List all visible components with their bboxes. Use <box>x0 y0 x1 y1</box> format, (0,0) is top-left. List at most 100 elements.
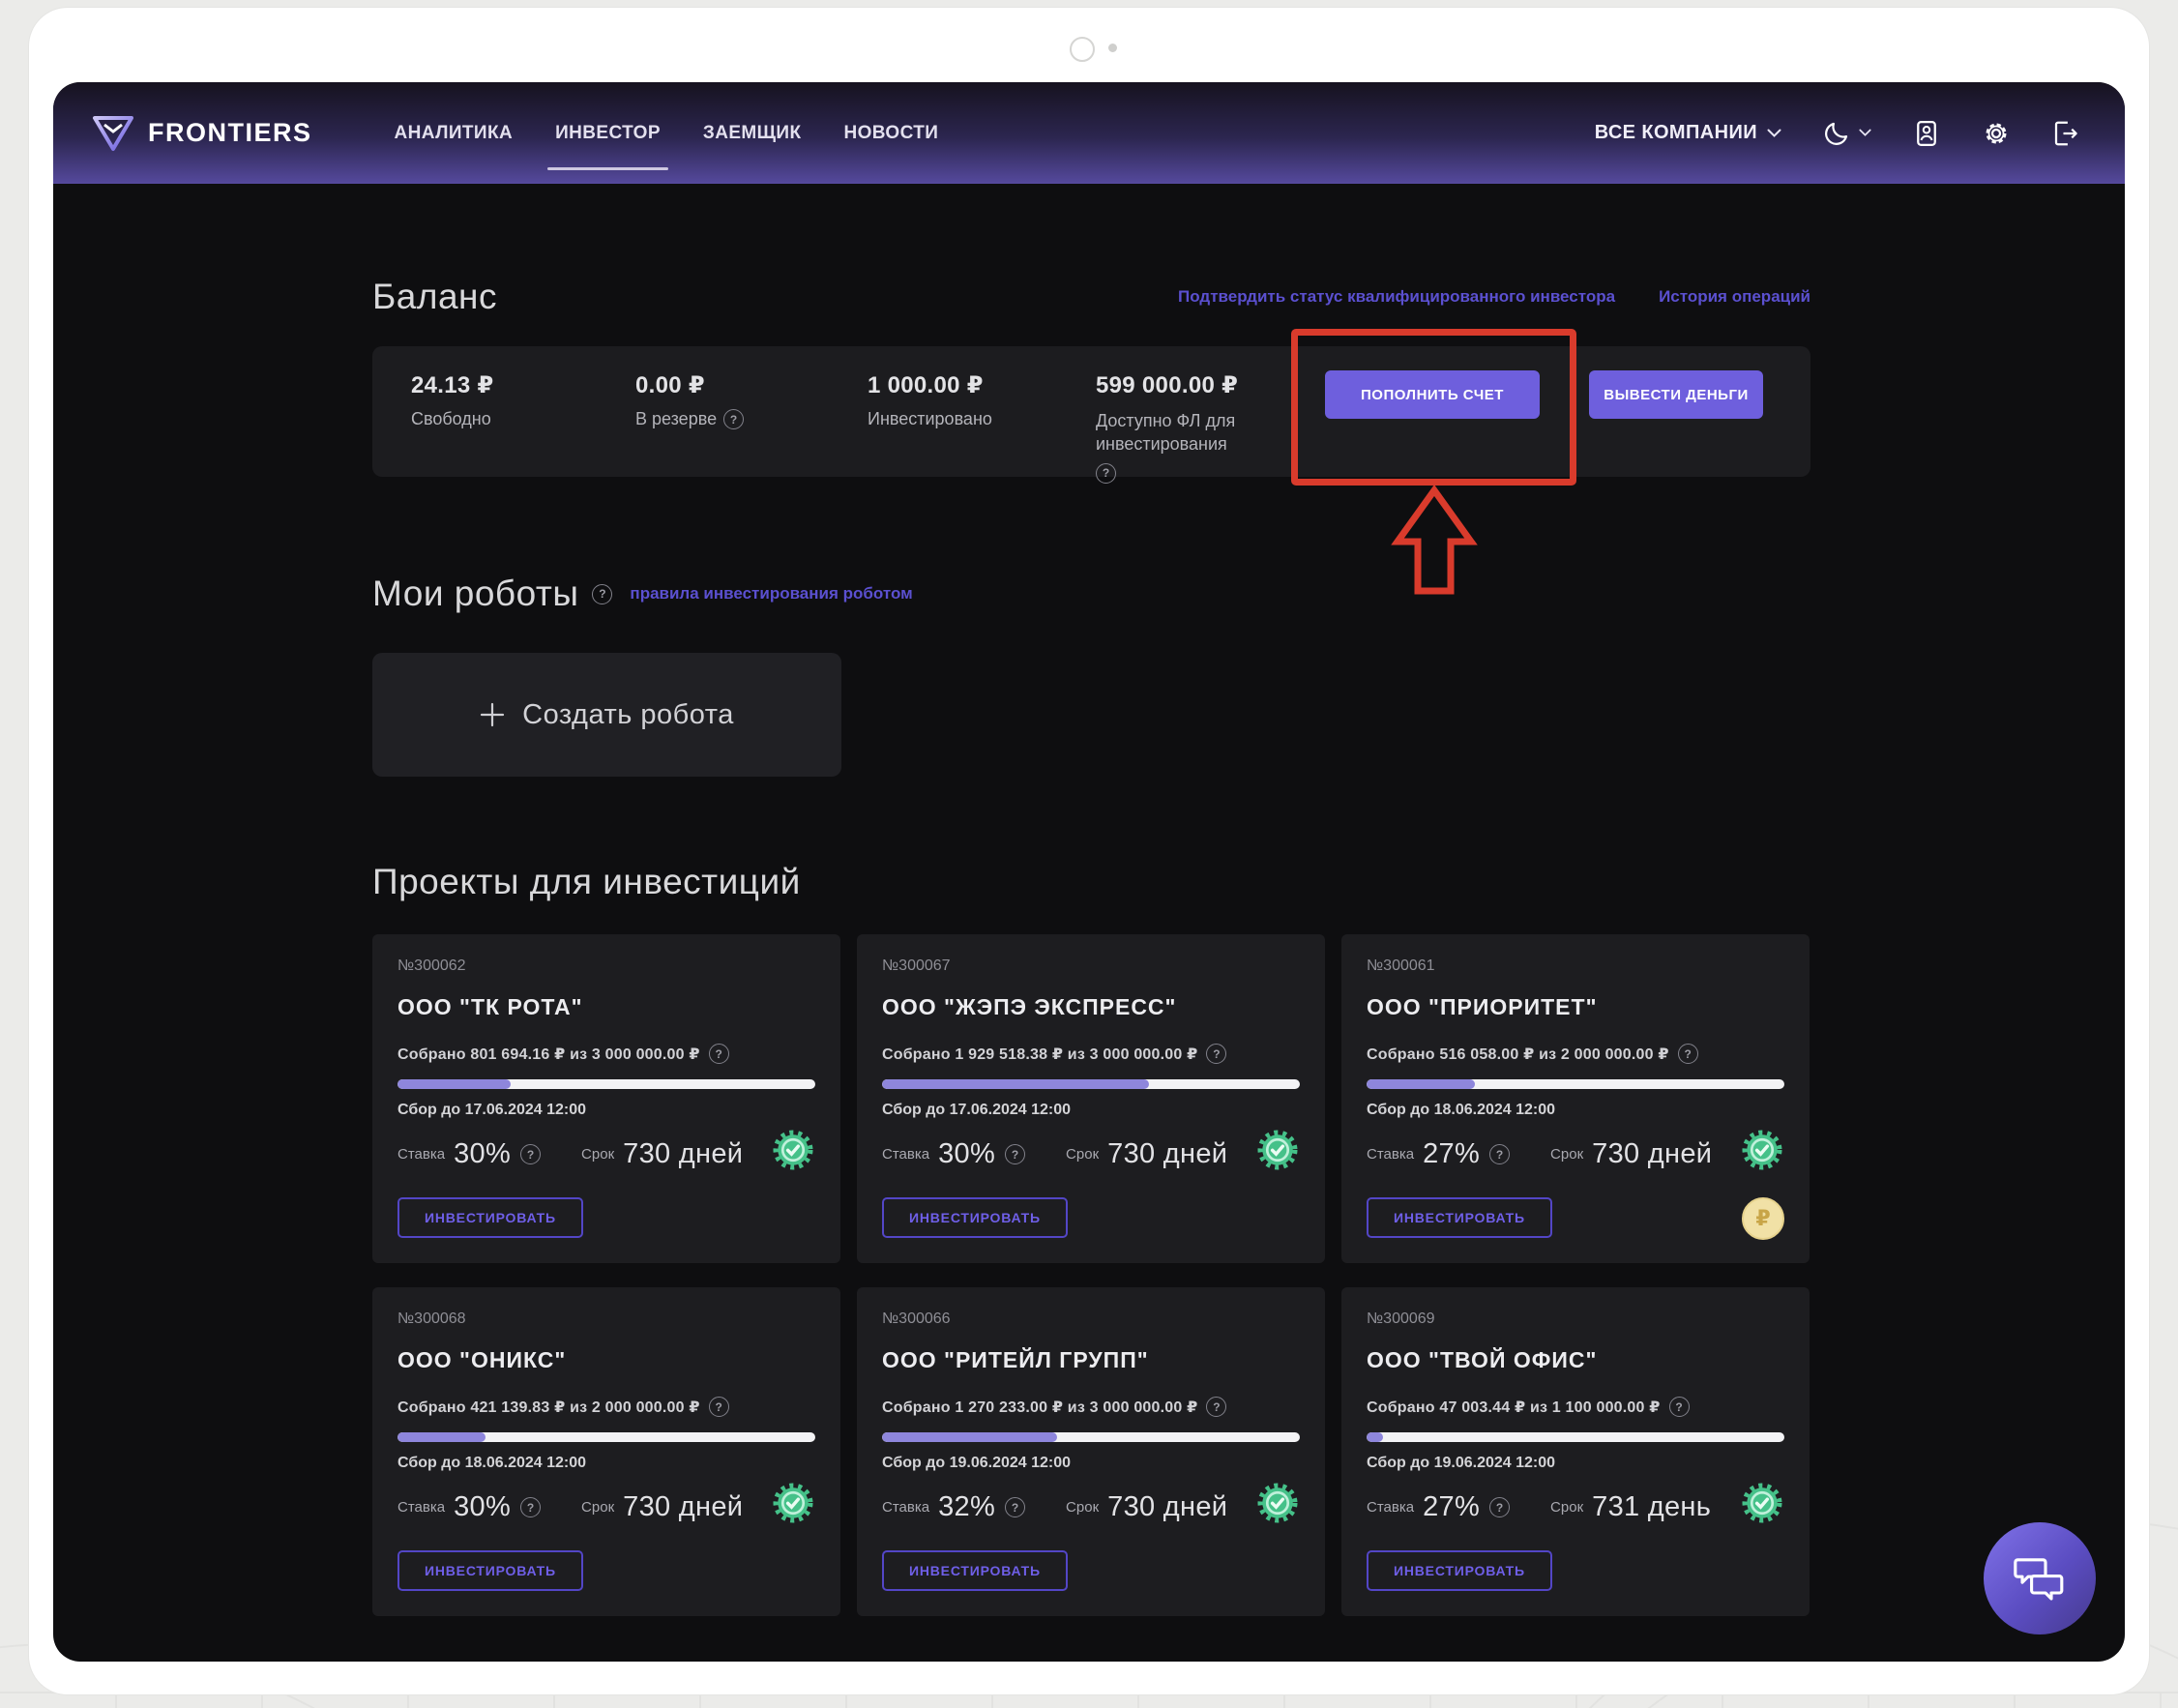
rate-label: Ставка <box>1367 1499 1414 1516</box>
projects-grid: №300062 ООО "ТК РОТА" Собрано 801 694.16… <box>372 934 1810 1616</box>
project-terms: Ставка 30% ? Срок 730 дней <box>397 1491 815 1523</box>
question-glyph: ? <box>1496 1148 1503 1162</box>
info-icon[interactable]: ? <box>1489 1497 1510 1517</box>
project-card: №300069 ООО "ТВОЙ ОФИС" Собрано 47 003.4… <box>1341 1287 1810 1616</box>
invest-button[interactable]: ИНВЕСТИРОВАТЬ <box>1367 1550 1552 1591</box>
settings-button[interactable] <box>1982 119 2011 148</box>
projects-section: Проекты для инвестиций №300062 ООО "ТК Р… <box>372 862 1810 1655</box>
top-navbar: FRONTIERS АНАЛИТИКА ИНВЕСТОР ЗАЕМЩИК НОВ… <box>53 82 2125 184</box>
info-icon[interactable]: ? <box>709 1044 729 1064</box>
nav-news[interactable]: НОВОСТИ <box>843 123 938 144</box>
info-icon[interactable]: ? <box>709 1397 729 1417</box>
stat-label: Доступно ФЛ для инвестирования <box>1096 409 1265 456</box>
main-nav: АНАЛИТИКА ИНВЕСТОР ЗАЕМЩИК НОВОСТИ <box>395 123 939 144</box>
project-card: №300066 ООО "РИТЕЙЛ ГРУПП" Собрано 1 270… <box>857 1287 1325 1616</box>
project-deadline: Сбор до 17.06.2024 12:00 <box>882 1102 1300 1119</box>
withdraw-button[interactable]: ВЫВЕСТИ ДЕНЬГИ <box>1589 370 1763 419</box>
info-icon[interactable]: ? <box>1206 1397 1226 1417</box>
id-card-icon <box>1912 119 1941 148</box>
moon-icon <box>1822 119 1851 148</box>
info-icon[interactable]: ? <box>520 1497 541 1517</box>
project-card: №300068 ООО "ОНИКС" Собрано 421 139.83 ₽… <box>372 1287 840 1616</box>
invest-button[interactable]: ИНВЕСТИРОВАТЬ <box>397 1197 583 1238</box>
project-terms: Ставка 27% ? Срок 731 день <box>1367 1491 1784 1523</box>
info-icon[interactable]: ? <box>1669 1397 1690 1417</box>
nav-borrower[interactable]: ЗАЕМЩИК <box>703 123 802 144</box>
project-collected: Собрано 421 139.83 ₽ из 2 000 000.00 ₽ <box>397 1398 700 1417</box>
verified-badge-icon <box>1255 1128 1300 1177</box>
chevron-down-icon <box>1767 129 1781 138</box>
rate-label: Ставка <box>397 1146 445 1163</box>
project-collected: Собрано 1 929 518.38 ₽ из 3 000 000.00 ₽ <box>882 1045 1197 1064</box>
chat-button[interactable] <box>1984 1522 2096 1634</box>
nav-investor[interactable]: ИНВЕСТОР <box>555 123 661 144</box>
stat-value: 599 000.00 ₽ <box>1096 371 1265 399</box>
term-value: 730 дней <box>623 1491 743 1523</box>
rate-value: 30% <box>938 1138 995 1170</box>
stat-label: Свободно <box>411 409 491 429</box>
invest-button[interactable]: ИНВЕСТИРОВАТЬ <box>1367 1197 1552 1238</box>
gear-icon <box>1982 119 2011 148</box>
project-number: №300066 <box>882 1310 1300 1328</box>
info-icon[interactable]: ? <box>1489 1144 1510 1164</box>
robots-title: Мои роботы <box>372 574 578 614</box>
question-glyph: ? <box>1012 1148 1018 1162</box>
stat-label: Инвестировано <box>868 409 992 429</box>
company-selector[interactable]: ВСЕ КОМПАНИИ <box>1595 122 1781 144</box>
question-glyph: ? <box>715 1400 722 1414</box>
rate-value: 30% <box>454 1491 511 1523</box>
project-terms: Ставка 32% ? Срок 730 дней <box>882 1491 1300 1523</box>
project-number: №300067 <box>882 957 1300 975</box>
stat-value: 0.00 ₽ <box>635 371 744 399</box>
project-collected: Собрано 516 058.00 ₽ из 2 000 000.00 ₽ <box>1367 1045 1669 1064</box>
project-company-name: ООО "ПРИОРИТЕТ" <box>1367 994 1784 1020</box>
project-card: №300062 ООО "ТК РОТА" Собрано 801 694.16… <box>372 934 840 1263</box>
nav-analytics[interactable]: АНАЛИТИКА <box>395 123 514 144</box>
plus-icon <box>480 702 505 727</box>
info-icon[interactable]: ? <box>1678 1044 1698 1064</box>
project-company-name: ООО "ОНИКС" <box>397 1347 815 1373</box>
info-icon[interactable]: ? <box>592 584 612 604</box>
create-robot-label: Создать робота <box>522 699 734 731</box>
stat-free: 24.13 ₽ Свободно <box>411 371 494 429</box>
stat-value: 1 000.00 ₽ <box>868 371 992 399</box>
project-collected: Собрано 1 270 233.00 ₽ из 3 000 000.00 ₽ <box>882 1398 1197 1417</box>
create-robot-button[interactable]: Создать робота <box>372 653 841 777</box>
project-company-name: ООО "ЖЭПЭ ЭКСПРЕСС" <box>882 994 1300 1020</box>
info-icon[interactable]: ? <box>520 1144 541 1164</box>
invest-button[interactable]: ИНВЕСТИРОВАТЬ <box>397 1550 583 1591</box>
projects-title: Проекты для инвестиций <box>372 862 1810 902</box>
info-icon[interactable]: ? <box>1096 463 1116 484</box>
theme-toggle[interactable] <box>1822 119 1871 148</box>
project-company-name: ООО "ТВОЙ ОФИС" <box>1367 1347 1784 1373</box>
project-card: №300067 ООО "ЖЭПЭ ЭКСПРЕСС" Собрано 1 92… <box>857 934 1325 1263</box>
rate-value: 32% <box>938 1491 995 1523</box>
operations-history-link[interactable]: История операций <box>1659 287 1810 307</box>
progress-fill <box>397 1432 486 1442</box>
info-icon[interactable]: ? <box>1005 1497 1025 1517</box>
question-glyph: ? <box>527 1148 534 1162</box>
logout-icon <box>2051 119 2080 148</box>
info-icon[interactable]: ? <box>1005 1144 1025 1164</box>
balance-section: Баланс Подтвердить статус квалифицирован… <box>372 184 1810 477</box>
qualified-status-link[interactable]: Подтвердить статус квалифицированного ин… <box>1178 287 1615 307</box>
logout-button[interactable] <box>2051 119 2080 148</box>
stat-label: В резерве <box>635 409 717 429</box>
robot-rules-link[interactable]: правила инвестирования роботом <box>630 584 912 604</box>
balance-title: Баланс <box>372 277 497 317</box>
deposit-button[interactable]: ПОПОЛНИТЬ СЧЕТ <box>1325 370 1540 419</box>
frontiers-logo-icon <box>92 115 134 152</box>
balance-links: Подтвердить статус квалифицированного ин… <box>1178 287 1810 307</box>
question-glyph: ? <box>1213 1400 1221 1414</box>
progress-bar <box>882 1432 1300 1442</box>
invest-button[interactable]: ИНВЕСТИРОВАТЬ <box>882 1550 1068 1591</box>
project-card: №300061 ООО "ПРИОРИТЕТ" Собрано 516 058.… <box>1341 934 1810 1263</box>
info-icon[interactable]: ? <box>1206 1044 1226 1064</box>
profile-button[interactable] <box>1912 119 1941 148</box>
progress-bar <box>882 1079 1300 1089</box>
stat-available: 599 000.00 ₽ Доступно ФЛ для инвестирова… <box>1096 371 1265 484</box>
term-label: Срок <box>581 1146 614 1163</box>
invest-button[interactable]: ИНВЕСТИРОВАТЬ <box>882 1197 1068 1238</box>
info-icon[interactable]: ? <box>723 409 744 429</box>
app-screen: FRONTIERS АНАЛИТИКА ИНВЕСТОР ЗАЕМЩИК НОВ… <box>53 82 2125 1662</box>
